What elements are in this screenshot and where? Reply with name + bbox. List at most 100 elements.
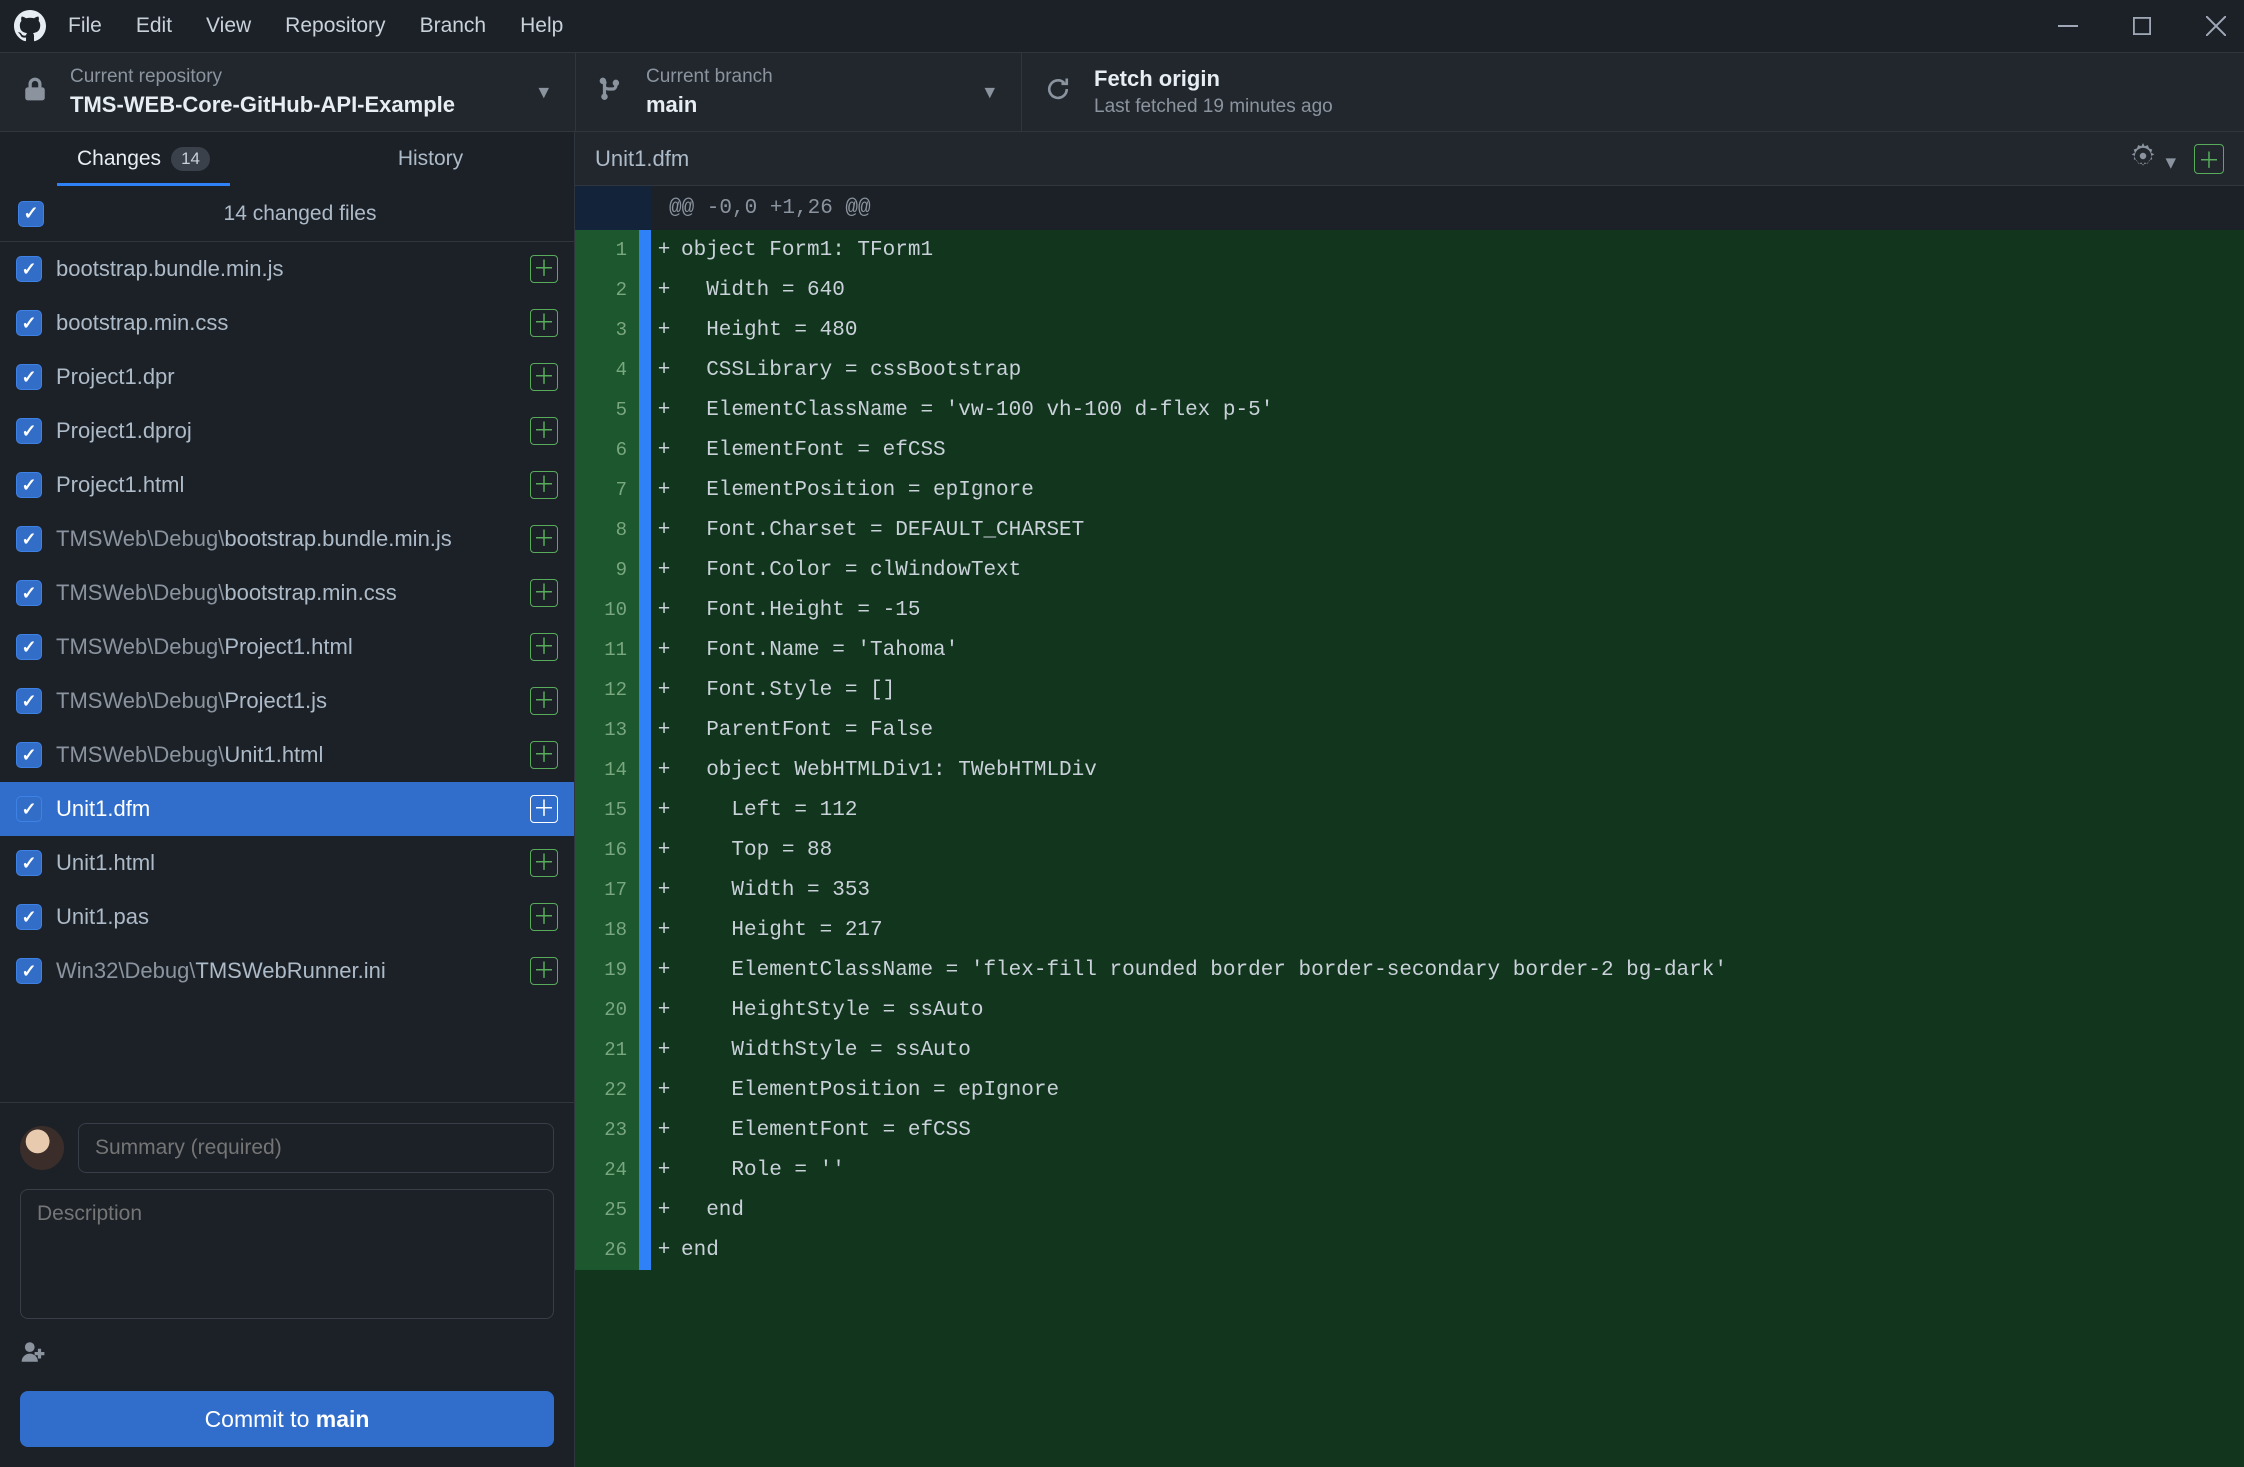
diff-line[interactable]: 14+ object WebHTMLDiv1: TWebHTMLDiv	[575, 750, 2244, 790]
repo-subtitle: Current repository	[70, 64, 455, 90]
file-checkbox[interactable]	[16, 850, 42, 876]
commit-summary-input[interactable]	[78, 1123, 554, 1173]
select-all-checkbox[interactable]	[18, 201, 44, 227]
file-row[interactable]: Win32\Debug\TMSWebRunner.ini＋	[0, 944, 574, 998]
menu-edit[interactable]: Edit	[136, 14, 172, 38]
diff-line[interactable]: 12+ Font.Style = []	[575, 670, 2244, 710]
gutter-stripe	[639, 1230, 651, 1270]
diff-line[interactable]: 13+ ParentFont = False	[575, 710, 2244, 750]
expand-diff-icon[interactable]: ＋	[2194, 144, 2224, 174]
file-checkbox[interactable]	[16, 580, 42, 606]
current-repository-button[interactable]: Current repository TMS-WEB-Core-GitHub-A…	[0, 53, 575, 131]
diff-body[interactable]: @@ -0,0 +1,26 @@ 1+object Form1: TForm12…	[575, 186, 2244, 1467]
gutter-stripe	[639, 950, 651, 990]
line-number: 10	[575, 590, 639, 630]
diff-plus-marker: +	[651, 1150, 677, 1190]
diff-plus-marker: +	[651, 470, 677, 510]
menu-file[interactable]: File	[68, 14, 102, 38]
tab-history[interactable]: History	[287, 132, 574, 186]
file-checkbox[interactable]	[16, 256, 42, 282]
maximize-icon[interactable]	[2128, 16, 2156, 36]
diff-line[interactable]: 4+ CSSLibrary = cssBootstrap	[575, 350, 2244, 390]
menu-branch[interactable]: Branch	[420, 14, 487, 38]
app-menu: File Edit View Repository Branch Help	[68, 14, 563, 38]
diff-line[interactable]: 6+ ElementFont = efCSS	[575, 430, 2244, 470]
file-row[interactable]: TMSWeb\Debug\bootstrap.min.css＋	[0, 566, 574, 620]
file-checkbox[interactable]	[16, 364, 42, 390]
line-number: 5	[575, 390, 639, 430]
file-row[interactable]: TMSWeb\Debug\Project1.html＋	[0, 620, 574, 674]
file-row[interactable]: Unit1.pas＋	[0, 890, 574, 944]
file-checkbox[interactable]	[16, 310, 42, 336]
file-row[interactable]: TMSWeb\Debug\Project1.js＋	[0, 674, 574, 728]
gutter-stripe	[639, 470, 651, 510]
file-checkbox[interactable]	[16, 526, 42, 552]
gutter-stripe	[639, 590, 651, 630]
gutter-stripe	[639, 1030, 651, 1070]
gutter-stripe	[639, 1190, 651, 1230]
file-row[interactable]: Project1.dproj＋	[0, 404, 574, 458]
diff-line[interactable]: 11+ Font.Name = 'Tahoma'	[575, 630, 2244, 670]
diff-plus-marker: +	[651, 550, 677, 590]
file-checkbox[interactable]	[16, 418, 42, 444]
diff-line[interactable]: 7+ ElementPosition = epIgnore	[575, 470, 2244, 510]
file-checkbox[interactable]	[16, 742, 42, 768]
file-checkbox[interactable]	[16, 796, 42, 822]
tab-changes[interactable]: Changes 14	[0, 132, 287, 186]
diff-line[interactable]: 8+ Font.Charset = DEFAULT_CHARSET	[575, 510, 2244, 550]
diff-line[interactable]: 9+ Font.Color = clWindowText	[575, 550, 2244, 590]
file-row[interactable]: bootstrap.bundle.min.js＋	[0, 242, 574, 296]
diff-line[interactable]: 16+ Top = 88	[575, 830, 2244, 870]
diff-line[interactable]: 25+ end	[575, 1190, 2244, 1230]
diff-plus-marker: +	[651, 710, 677, 750]
diff-line[interactable]: 21+ WidthStyle = ssAuto	[575, 1030, 2244, 1070]
diff-line[interactable]: 23+ ElementFont = efCSS	[575, 1110, 2244, 1150]
commit-description-input[interactable]	[20, 1189, 554, 1319]
diff-code: Height = 480	[677, 310, 2244, 350]
menu-help[interactable]: Help	[520, 14, 563, 38]
file-row[interactable]: bootstrap.min.css＋	[0, 296, 574, 350]
file-row[interactable]: TMSWeb\Debug\Unit1.html＋	[0, 728, 574, 782]
commit-button[interactable]: Commit to main	[20, 1391, 554, 1447]
diff-line[interactable]: 18+ Height = 217	[575, 910, 2244, 950]
diff-line[interactable]: 17+ Width = 353	[575, 870, 2244, 910]
added-indicator-icon: ＋	[530, 417, 558, 445]
diff-line[interactable]: 15+ Left = 112	[575, 790, 2244, 830]
diff-line[interactable]: 1+object Form1: TForm1	[575, 230, 2244, 270]
file-row[interactable]: Project1.dpr＋	[0, 350, 574, 404]
file-checkbox[interactable]	[16, 634, 42, 660]
file-row[interactable]: Project1.html＋	[0, 458, 574, 512]
minimize-icon[interactable]	[2054, 16, 2082, 36]
line-number: 7	[575, 470, 639, 510]
file-row[interactable]: Unit1.dfm＋	[0, 782, 574, 836]
diff-code: Font.Charset = DEFAULT_CHARSET	[677, 510, 2244, 550]
diff-line[interactable]: 3+ Height = 480	[575, 310, 2244, 350]
fetch-origin-button[interactable]: Fetch origin Last fetched 19 minutes ago	[1022, 53, 2244, 131]
file-checkbox[interactable]	[16, 688, 42, 714]
gutter-stripe	[639, 1070, 651, 1110]
diff-line[interactable]: 22+ ElementPosition = epIgnore	[575, 1070, 2244, 1110]
added-indicator-icon: ＋	[530, 957, 558, 985]
diff-line[interactable]: 24+ Role = ''	[575, 1150, 2244, 1190]
gear-icon[interactable]: ▾	[2130, 143, 2176, 175]
add-coauthor-button[interactable]	[20, 1339, 554, 1369]
menu-repository[interactable]: Repository	[285, 14, 385, 38]
file-list[interactable]: bootstrap.bundle.min.js＋bootstrap.min.cs…	[0, 242, 574, 1102]
diff-code: end	[677, 1190, 2244, 1230]
file-checkbox[interactable]	[16, 904, 42, 930]
file-row[interactable]: TMSWeb\Debug\bootstrap.bundle.min.js＋	[0, 512, 574, 566]
diff-code: ElementFont = efCSS	[677, 430, 2244, 470]
diff-line[interactable]: 20+ HeightStyle = ssAuto	[575, 990, 2244, 1030]
diff-line[interactable]: 10+ Font.Height = -15	[575, 590, 2244, 630]
close-icon[interactable]	[2202, 16, 2230, 36]
chevron-down-icon: ▾	[538, 80, 549, 105]
diff-line[interactable]: 19+ ElementClassName = 'flex-fill rounde…	[575, 950, 2244, 990]
menu-view[interactable]: View	[206, 14, 251, 38]
diff-line[interactable]: 5+ ElementClassName = 'vw-100 vh-100 d-f…	[575, 390, 2244, 430]
current-branch-button[interactable]: Current branch main ▾	[576, 53, 1021, 131]
file-row[interactable]: Unit1.html＋	[0, 836, 574, 890]
diff-line[interactable]: 2+ Width = 640	[575, 270, 2244, 310]
file-checkbox[interactable]	[16, 472, 42, 498]
diff-line[interactable]: 26+end	[575, 1230, 2244, 1270]
file-checkbox[interactable]	[16, 958, 42, 984]
